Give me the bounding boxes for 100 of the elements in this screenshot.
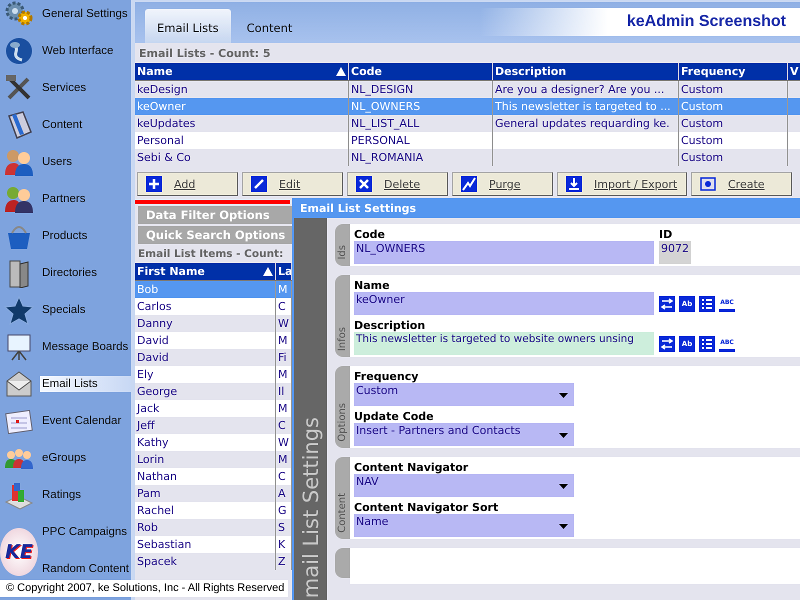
table-row[interactable]: Ely M — [135, 366, 292, 383]
table-cell: Sebi & Co — [137, 151, 191, 164]
dropdown[interactable]: NAV — [354, 474, 574, 497]
table-cell: C — [278, 419, 286, 432]
sort-arrow-icon — [263, 267, 273, 276]
table-row[interactable]: Rachel G — [135, 502, 292, 519]
table-row[interactable]: Jeff C — [135, 417, 292, 434]
sidebar-item[interactable]: Ratings — [40, 486, 131, 502]
table-cell: Kathy — [137, 436, 169, 449]
table-cell: Spacek — [137, 555, 177, 568]
sidebar-item[interactable]: Content — [40, 116, 131, 132]
table-row[interactable]: Spacek Z — [135, 553, 292, 570]
swap-arrows-icon[interactable] — [659, 336, 675, 352]
table-row[interactable]: David Fi — [135, 349, 292, 366]
sidebar-item[interactable]: Email Lists — [40, 376, 131, 392]
sidebar-item[interactable]: Web Interface — [40, 42, 131, 58]
grid-caption: Email Lists - Count: 5 — [138, 46, 272, 62]
table-row[interactable]: Pam A — [135, 485, 292, 502]
column-header[interactable]: Description — [493, 63, 679, 80]
table-cell: Carlos — [137, 300, 172, 313]
table-row[interactable]: George Il — [135, 383, 292, 400]
table-cell: Jeff — [137, 419, 155, 432]
delete-icon — [356, 176, 372, 192]
sidebar-item[interactable]: Users — [40, 154, 131, 170]
field-label: Content Navigator — [354, 461, 470, 474]
column-header[interactable]: Code — [349, 63, 493, 80]
table-row[interactable]: Carlos C — [135, 298, 292, 315]
tab[interactable]: Content — [234, 9, 304, 43]
toolbar-button[interactable]: Purge — [452, 172, 553, 196]
dropdown[interactable]: Insert - Partners and Contacts — [354, 423, 574, 446]
column-header[interactable]: V — [788, 63, 800, 80]
table-row[interactable]: Personal PERSONAL Custom — [135, 132, 800, 149]
table-cell: M — [278, 368, 288, 381]
table-row[interactable]: Kathy W — [135, 434, 292, 451]
table-row[interactable]: Rob S — [135, 519, 292, 536]
table-cell: NL_LIST_ALL — [351, 117, 420, 130]
list-icon[interactable] — [699, 336, 715, 352]
sidebar-item[interactable]: General Settings — [40, 6, 131, 22]
dropdown[interactable]: Name — [354, 514, 574, 537]
swap-arrows-icon[interactable] — [659, 296, 675, 312]
app-title: keAdmin Screenshot — [626, 13, 786, 31]
dialog-title: Email List Settings — [294, 198, 800, 218]
table-cell: Personal — [137, 134, 184, 147]
table-row[interactable]: David M — [135, 332, 292, 349]
input-field[interactable]: NL_OWNERS — [354, 241, 654, 264]
frame-icon — [700, 176, 716, 192]
column-header[interactable]: Name — [135, 63, 349, 80]
table-row[interactable]: Nathan C — [135, 468, 292, 485]
sidebar-item[interactable]: Partners — [40, 190, 131, 206]
table-cell: NL_DESIGN — [351, 83, 414, 96]
sidebar-item[interactable]: PPC Campaigns — [40, 524, 131, 540]
table-cell: Z — [278, 555, 286, 568]
table-cell: PERSONAL — [351, 134, 410, 147]
group-label: Content — [337, 493, 348, 533]
group-label: Ids — [337, 245, 348, 260]
sidebar-item[interactable]: eGroups — [40, 450, 131, 466]
grid-caption: Email List Items - Count: — [137, 247, 284, 262]
group-label: Options — [337, 403, 348, 442]
table-cell: keUpdates — [137, 117, 196, 130]
field-label: Name — [354, 279, 391, 292]
globe-icon — [4, 36, 34, 66]
list-icon[interactable] — [699, 296, 715, 312]
field-label: Frequency — [354, 370, 420, 383]
column-header[interactable]: First Name — [135, 263, 276, 280]
pencil-icon — [251, 176, 267, 192]
column-header[interactable]: Frequency — [679, 63, 788, 80]
download-icon — [566, 176, 582, 192]
sidebar-item[interactable]: Specials — [40, 302, 131, 318]
sort-arrow-icon — [336, 67, 346, 76]
tab[interactable]: Email Lists — [145, 9, 231, 43]
input-field[interactable]: This newsletter is targeted to website owners unsing — [354, 332, 654, 355]
table-cell: keOwner — [137, 100, 186, 113]
toolbar-button[interactable]: Import / Export — [557, 172, 687, 196]
input-field[interactable]: keOwner — [354, 292, 654, 315]
toolbar-button[interactable]: Create — [691, 172, 792, 196]
table-cell: Jack — [137, 402, 160, 415]
table-cell: C — [278, 300, 286, 313]
table-cell: K — [278, 538, 286, 551]
field-label: Code — [354, 228, 386, 241]
table-cell: W — [278, 436, 289, 449]
toolbar-button[interactable]: Delete — [347, 172, 448, 196]
table-cell: This newsletter is targeted to ... — [495, 100, 671, 113]
sidebar-item[interactable]: Random Content — [40, 560, 131, 576]
table-row[interactable]: Danny W — [135, 315, 292, 332]
group-label: Infos — [337, 326, 348, 351]
table-row[interactable]: Lorin M — [135, 451, 292, 468]
field-label: Content Navigator Sort — [354, 501, 500, 514]
table-cell: Bob — [137, 283, 158, 296]
sidebar-item[interactable]: Products — [40, 228, 131, 244]
table-cell: Lorin — [137, 453, 164, 466]
sidebar-item[interactable]: Event Calendar — [40, 412, 131, 428]
sidebar-item[interactable]: Message Boards — [40, 338, 131, 354]
table-cell: C — [278, 470, 286, 483]
table-row[interactable]: Sebastian K — [135, 536, 292, 553]
dropdown[interactable]: Custom — [354, 383, 574, 406]
table-row[interactable]: Jack M — [135, 400, 292, 417]
sidebar-item[interactable]: Directories — [40, 264, 131, 280]
toolbar-button[interactable]: Add — [137, 172, 238, 196]
sidebar-item[interactable]: Services — [40, 80, 131, 96]
toolbar-button[interactable]: Edit — [242, 172, 343, 196]
